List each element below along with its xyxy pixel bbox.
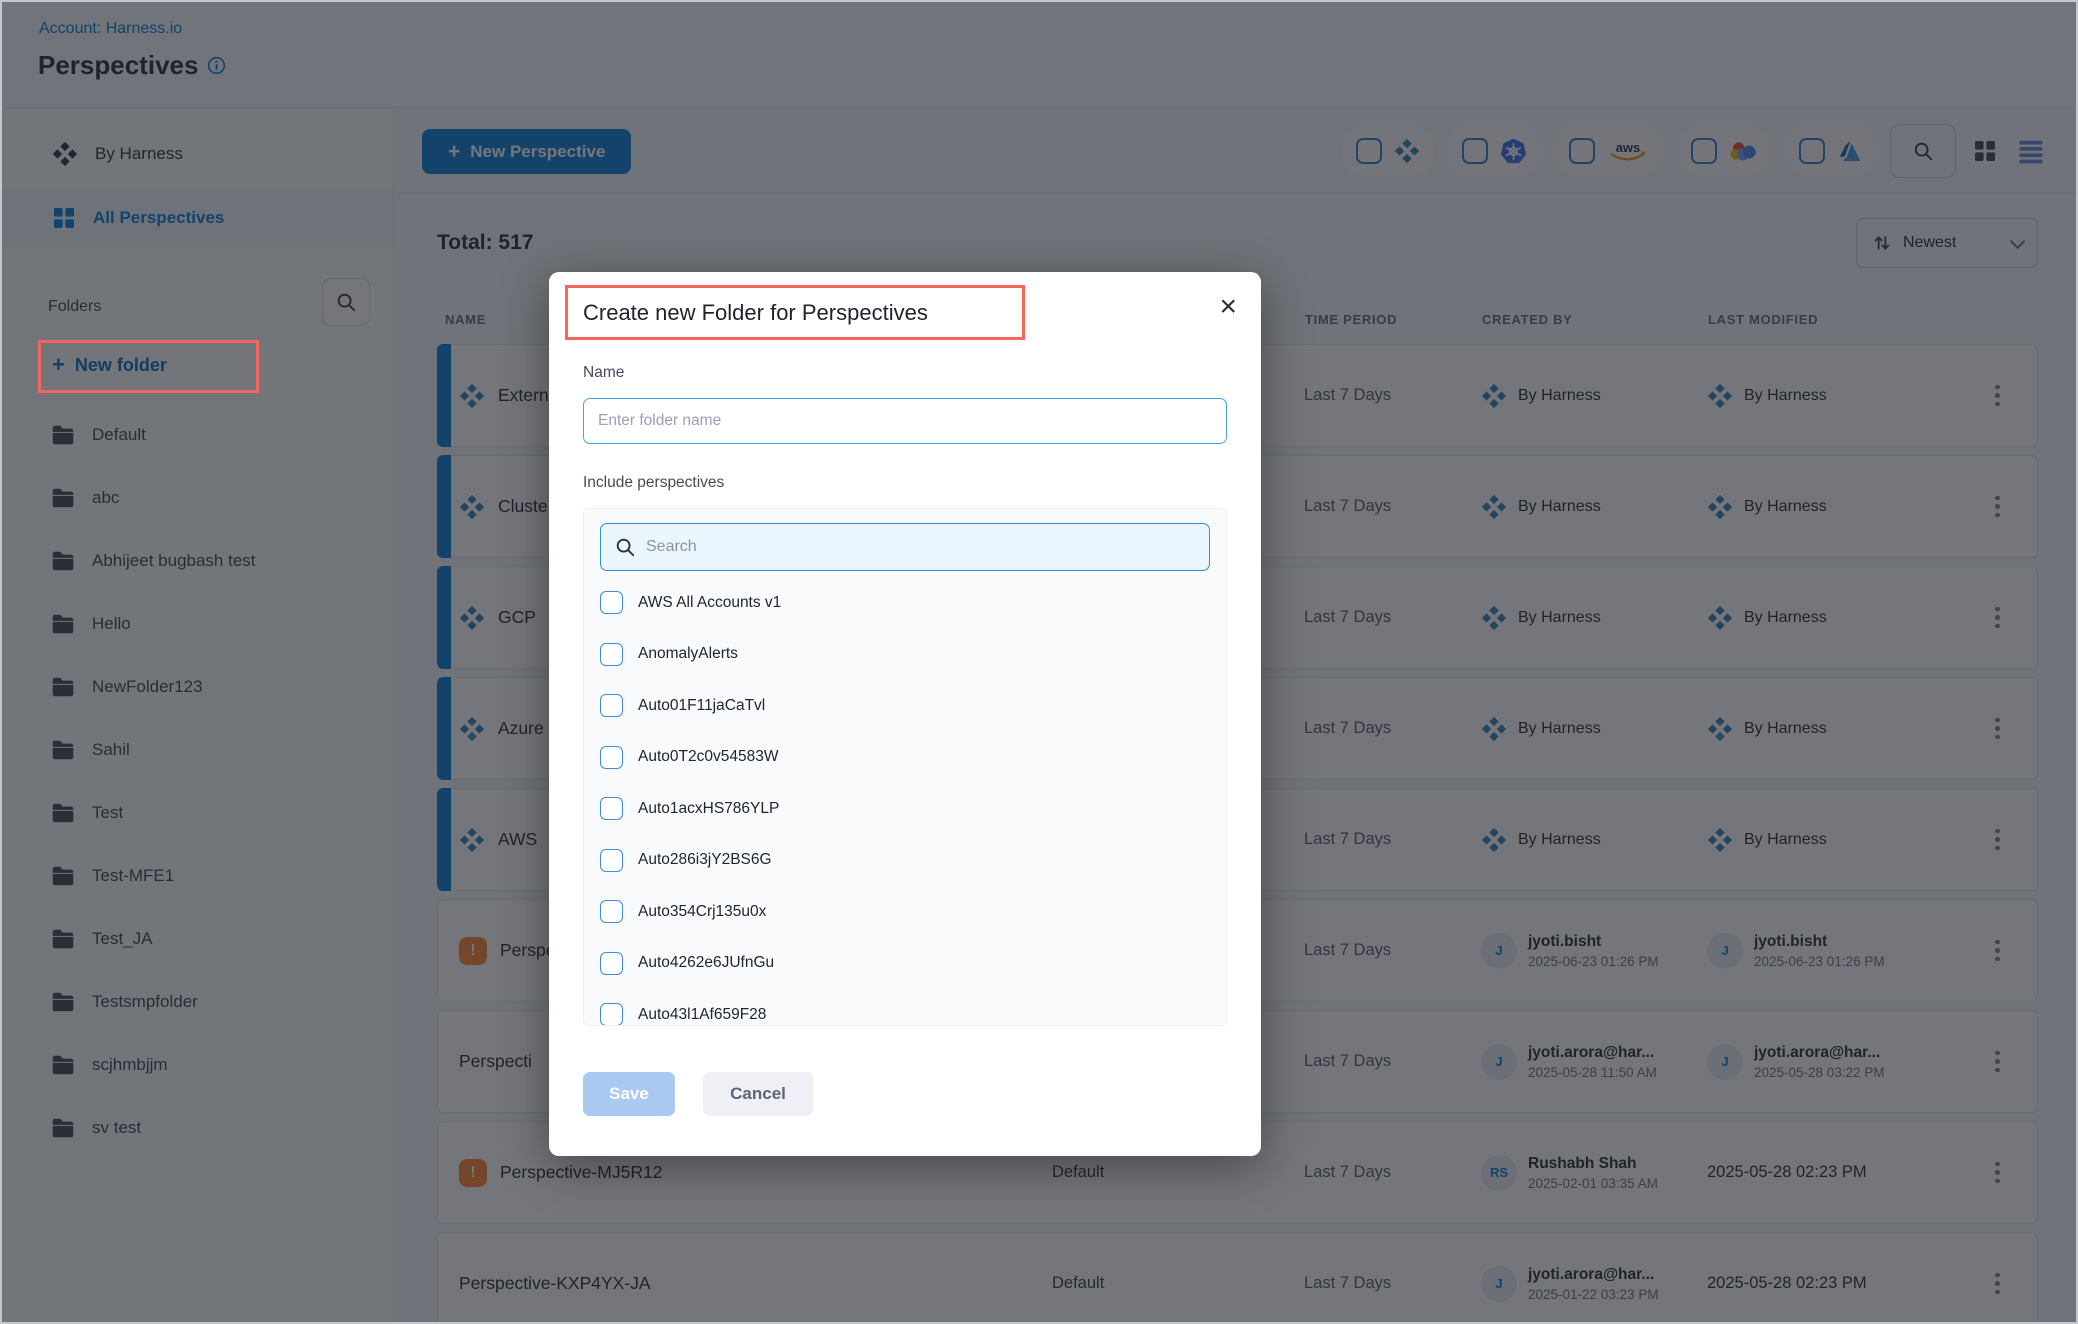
perspective-list: AWS All Accounts v1 AnomalyAlerts Auto01… — [600, 577, 1210, 1026]
perspective-label: Auto01F11jaCaTvl — [638, 697, 765, 715]
save-button[interactable]: Save — [583, 1072, 675, 1116]
perspective-search — [600, 523, 1210, 571]
perspective-checkbox[interactable] — [600, 797, 623, 820]
perspective-item[interactable]: AWS All Accounts v1 — [600, 577, 1210, 629]
perspective-label: AWS All Accounts v1 — [638, 594, 781, 612]
name-label: Name — [583, 364, 624, 382]
modal-title: Create new Folder for Perspectives — [583, 286, 928, 340]
perspectives-page: Account: Harness.io Perspectives By Harn… — [0, 0, 2078, 1324]
perspective-label: Auto43l1Af659F28 — [638, 1006, 766, 1024]
perspective-checkbox[interactable] — [600, 643, 623, 666]
perspective-search-input[interactable] — [646, 538, 1196, 556]
perspective-checkbox[interactable] — [600, 849, 623, 872]
perspective-label: Auto286i3jY2BS6G — [638, 851, 772, 869]
perspective-item[interactable]: Auto286i3jY2BS6G — [600, 835, 1210, 887]
perspective-label: AnomalyAlerts — [638, 645, 738, 663]
perspective-checkbox[interactable] — [600, 746, 623, 769]
create-folder-modal: Create new Folder for Perspectives × Nam… — [549, 272, 1261, 1156]
perspective-label: Auto0T2c0v54583W — [638, 748, 778, 766]
perspective-label: Auto354Crj135u0x — [638, 903, 766, 921]
perspective-item[interactable]: Auto0T2c0v54583W — [600, 732, 1210, 784]
cancel-button[interactable]: Cancel — [703, 1072, 813, 1116]
close-icon[interactable]: × — [1219, 292, 1237, 322]
perspective-label: Auto4262e6JUfnGu — [638, 954, 774, 972]
perspective-item[interactable]: Auto1acxHS786YLP — [600, 783, 1210, 835]
include-perspectives-label: Include perspectives — [583, 474, 724, 492]
search-icon — [614, 536, 636, 558]
perspective-item[interactable]: AnomalyAlerts — [600, 629, 1210, 681]
perspective-checkbox[interactable] — [600, 1003, 623, 1026]
perspective-checkbox[interactable] — [600, 694, 623, 717]
folder-name-input[interactable] — [583, 398, 1227, 444]
perspective-checkbox[interactable] — [600, 591, 623, 614]
perspectives-panel: AWS All Accounts v1 AnomalyAlerts Auto01… — [583, 508, 1227, 1026]
perspective-item[interactable]: Auto354Crj135u0x — [600, 886, 1210, 938]
perspective-item[interactable]: Auto01F11jaCaTvl — [600, 680, 1210, 732]
perspective-checkbox[interactable] — [600, 952, 623, 975]
perspective-item[interactable]: Auto43l1Af659F28 — [600, 989, 1210, 1026]
perspective-label: Auto1acxHS786YLP — [638, 800, 779, 818]
perspective-checkbox[interactable] — [600, 900, 623, 923]
perspective-item[interactable]: Auto4262e6JUfnGu — [600, 938, 1210, 990]
